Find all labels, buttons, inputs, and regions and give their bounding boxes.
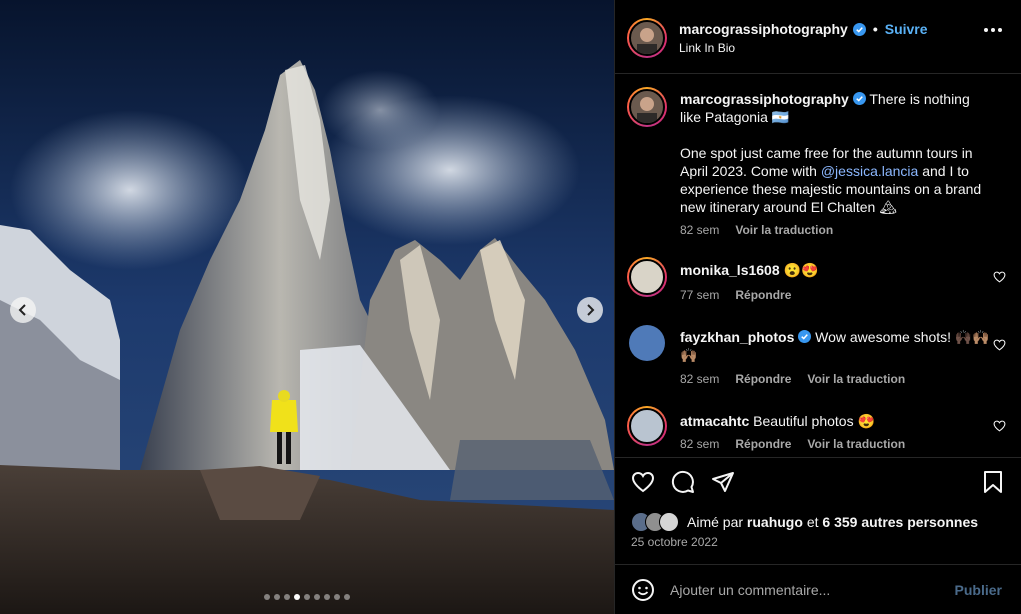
likes-prefix: Aimé par bbox=[687, 514, 744, 530]
reply-button[interactable]: Répondre bbox=[735, 372, 791, 386]
separator-dot: • bbox=[872, 21, 878, 37]
comment-username[interactable]: monika_ls1608 bbox=[680, 262, 780, 278]
likes-joiner: et bbox=[806, 514, 819, 530]
chevron-right-icon bbox=[587, 304, 595, 316]
avatar bbox=[659, 512, 679, 532]
commenter-avatar-ring[interactable] bbox=[627, 406, 667, 446]
carousel-dot bbox=[294, 594, 300, 600]
likes-summary: Aimé par ruahugo et 6 359 autres personn… bbox=[631, 512, 978, 532]
heart-icon[interactable] bbox=[993, 420, 1006, 432]
comment-username[interactable]: atmacahtc bbox=[680, 413, 749, 429]
comment-time: 82 sem bbox=[680, 372, 720, 386]
caption-avatar-ring[interactable] bbox=[627, 87, 667, 127]
comment-text: 😮😍 bbox=[783, 262, 819, 278]
comment-item: fayzkhan_photos Wow awesome shots! 🙌🏿🙌🏽🙌… bbox=[615, 319, 1021, 387]
commenter-avatar[interactable] bbox=[629, 325, 665, 361]
comments-list[interactable]: marcograssiphotography There is nothing … bbox=[615, 75, 1021, 456]
share-icon[interactable] bbox=[711, 470, 735, 494]
avatar bbox=[629, 408, 665, 444]
likes-count-link[interactable]: 6 359 autres personnes bbox=[822, 514, 978, 530]
carousel-indicator bbox=[0, 594, 614, 600]
follow-button[interactable]: Suivre bbox=[885, 21, 928, 37]
caption: marcograssiphotography There is nothing … bbox=[615, 75, 1021, 245]
caption-text: marcograssiphotography There is nothing … bbox=[680, 90, 990, 216]
comment-text: Beautiful photos 😍 bbox=[753, 413, 875, 429]
comment-username[interactable]: fayzkhan_photos bbox=[680, 329, 794, 345]
carousel-dot bbox=[304, 594, 310, 600]
liker-avatars[interactable] bbox=[631, 512, 683, 532]
post-date[interactable]: 25 octobre 2022 bbox=[631, 535, 718, 549]
post-details-panel: marcograssiphotography • Suivre Link In … bbox=[614, 0, 1021, 614]
next-slide-button[interactable] bbox=[577, 297, 603, 323]
caption-translate-button[interactable]: Voir la traduction bbox=[735, 223, 833, 237]
avatar bbox=[629, 259, 665, 295]
author-avatar-ring[interactable] bbox=[627, 18, 667, 58]
carousel-dot bbox=[314, 594, 320, 600]
carousel-dot bbox=[334, 594, 340, 600]
comment-composer: Publier bbox=[615, 564, 1021, 614]
verified-badge-icon bbox=[798, 330, 812, 343]
verified-badge-icon bbox=[852, 22, 866, 36]
liker-username[interactable]: ruahugo bbox=[747, 514, 803, 530]
post-header: marcograssiphotography • Suivre Link In … bbox=[615, 0, 1021, 74]
more-icon bbox=[984, 28, 988, 32]
carousel-dot bbox=[284, 594, 290, 600]
comment-input[interactable] bbox=[670, 579, 940, 601]
carousel-dot bbox=[344, 594, 350, 600]
emoji-icon[interactable] bbox=[631, 578, 655, 602]
heart-icon[interactable] bbox=[993, 339, 1006, 351]
mountain-photo bbox=[0, 0, 614, 614]
publish-button[interactable]: Publier bbox=[955, 582, 1002, 598]
comment-item: monika_ls1608 😮😍 77 sem Répondre bbox=[615, 253, 1021, 311]
avatar bbox=[629, 89, 665, 125]
reply-button[interactable]: Répondre bbox=[735, 288, 791, 302]
avatar bbox=[629, 20, 665, 56]
translate-button[interactable]: Voir la traduction bbox=[807, 372, 905, 386]
comment-time: 77 sem bbox=[680, 288, 720, 302]
carousel-dot bbox=[274, 594, 280, 600]
commenter-avatar-ring[interactable] bbox=[627, 257, 667, 297]
more-options-button[interactable] bbox=[984, 28, 1002, 32]
comment-time: 82 sem bbox=[680, 437, 720, 451]
verified-badge-icon bbox=[852, 92, 866, 105]
mention-link[interactable]: @jessica.lancia bbox=[821, 163, 918, 179]
post-subtitle-link[interactable]: Link In Bio bbox=[679, 41, 735, 55]
action-bar: Aimé par ruahugo et 6 359 autres personn… bbox=[615, 457, 1021, 557]
carousel-dot bbox=[264, 594, 270, 600]
heart-icon[interactable] bbox=[631, 470, 655, 494]
author-username[interactable]: marcograssiphotography bbox=[679, 21, 848, 37]
heart-icon[interactable] bbox=[993, 271, 1006, 283]
comment-icon[interactable] bbox=[671, 470, 695, 494]
chevron-left-icon bbox=[18, 304, 26, 316]
comment-item: atmacahtc Beautiful photos 😍 82 sem Répo… bbox=[615, 400, 1021, 456]
carousel-dot bbox=[324, 594, 330, 600]
bookmark-icon[interactable] bbox=[982, 470, 1004, 494]
caption-time: 82 sem bbox=[680, 223, 720, 237]
translate-button[interactable]: Voir la traduction bbox=[807, 437, 905, 451]
caption-username[interactable]: marcograssiphotography bbox=[680, 91, 849, 107]
reply-button[interactable]: Répondre bbox=[735, 437, 791, 451]
post-media[interactable] bbox=[0, 0, 614, 614]
previous-slide-button[interactable] bbox=[10, 297, 36, 323]
